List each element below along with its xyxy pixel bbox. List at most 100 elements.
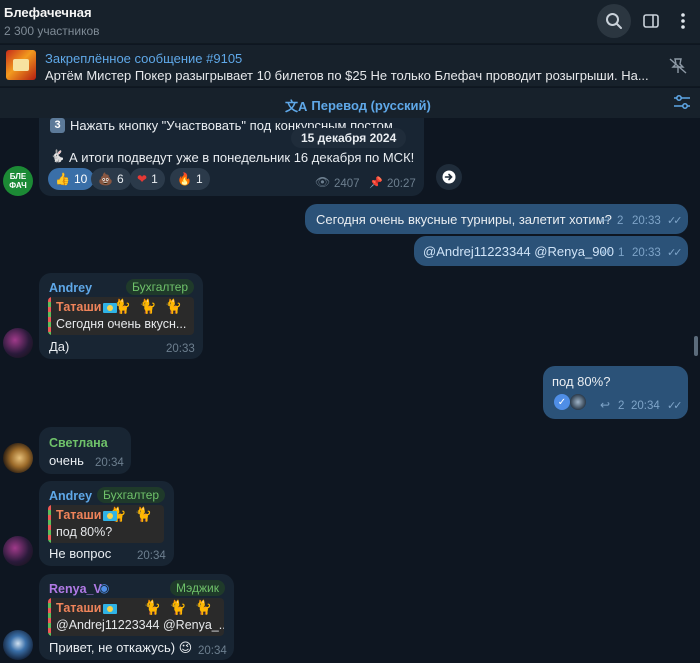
flag-icon xyxy=(103,302,118,313)
reply-text: под 80%? xyxy=(56,525,113,539)
channel-avatar-text: БЛЕ ФАЧ xyxy=(9,172,27,190)
translate-button[interactable]: 文A Перевод (русский) xyxy=(285,96,431,115)
reaction-fire[interactable]: 🔥 1 xyxy=(170,168,210,190)
message-text: @Andrej11223344 @Renya_900 xyxy=(423,244,614,259)
message-list[interactable]: БЛЕ ФАЧ 3 Нажать кнопку "Участвовать" по… xyxy=(0,118,700,663)
verified-icon: ◉ xyxy=(99,581,110,595)
thumbs-up-icon: 👍 xyxy=(55,172,70,186)
reply-preview[interactable]: 🐈🐈 Таташи под 80%? xyxy=(48,505,164,543)
view-count: 2407 xyxy=(334,178,360,190)
member-count: 2 300 участников xyxy=(4,24,100,38)
reply-author: Таташи xyxy=(56,508,118,522)
reply-author: Таташи xyxy=(56,300,118,314)
pin-off-icon xyxy=(669,58,687,74)
message-time: 20:34 xyxy=(137,550,166,562)
message-text: Сегодня очень вкусные турниры, залетит х… xyxy=(316,212,612,227)
message-time: 20:34 xyxy=(631,400,660,412)
avatar-andrey[interactable] xyxy=(3,536,33,566)
reaction-count: 1 xyxy=(151,172,158,186)
reply-preview[interactable]: 🐈🐈🐈 Таташи Сегодня очень вкусн... xyxy=(48,297,194,335)
avatar-svetlana[interactable] xyxy=(3,443,33,473)
sender-name[interactable]: Andrey xyxy=(49,281,92,295)
sidebar-icon xyxy=(643,14,659,28)
reply-arrow-icon: ↩ xyxy=(600,398,611,412)
flag-icon xyxy=(103,510,118,521)
reply-text: Сегодня очень вкусн... xyxy=(56,317,187,331)
incoming-message[interactable]: Renya_V ◉ Мэджик 🐈🐈🐈 Таташи @Andrej11223… xyxy=(39,574,234,660)
pinned-title: Закреплённое сообщение #9105 xyxy=(45,51,243,66)
eye-icon: 👁 xyxy=(315,175,331,189)
reply-author: Таташи xyxy=(56,601,118,615)
incoming-message[interactable]: Andrey Бухгалтер 🐈🐈🐈 Таташи Сегодня очен… xyxy=(39,273,203,359)
outgoing-message[interactable]: @Andrej11223344 @Renya_900 ↩ 1 20:33 ✓✓ xyxy=(414,236,688,266)
message-time: 20:33 xyxy=(632,215,661,227)
reaction-heart[interactable]: ❤ 1 xyxy=(130,168,165,190)
more-vertical-icon xyxy=(681,13,685,29)
reaction-poop[interactable]: 💩 6 xyxy=(91,168,131,190)
sender-name[interactable]: Светлана xyxy=(49,436,108,450)
message-text: Не вопрос xyxy=(49,546,112,561)
reactor-avatar-2 xyxy=(570,394,586,410)
reaction-count: 10 xyxy=(73,172,88,186)
translate-icon: 文A xyxy=(285,99,308,114)
unpin-button[interactable] xyxy=(668,57,688,78)
search-button[interactable] xyxy=(597,4,631,38)
message-time: 20:34 xyxy=(95,457,124,469)
message-text: под 80%? xyxy=(552,374,611,389)
post-line-2: А итоги подведут уже в понедельник 16 де… xyxy=(69,150,415,165)
reply-arrow-icon: ↩ xyxy=(600,213,611,227)
message-text: Да) xyxy=(49,339,70,354)
message-time: 20:33 xyxy=(632,247,661,259)
reaction-count: 6 xyxy=(116,172,124,186)
forward-button[interactable] xyxy=(436,164,462,190)
heart-icon: ❤ xyxy=(137,172,148,186)
role-badge: Бухгалтер xyxy=(97,487,166,503)
forward-arrow-icon xyxy=(442,170,456,184)
outgoing-message[interactable]: Сегодня очень вкусные турниры, залетит х… xyxy=(305,204,688,234)
role-badge: Бухгалтер xyxy=(126,279,195,295)
translate-settings-button[interactable] xyxy=(673,94,691,113)
chat-title[interactable]: Блефачечная xyxy=(4,5,92,20)
more-options-button[interactable] xyxy=(666,4,700,38)
reaction-thumbs-up[interactable]: 👍 10 xyxy=(48,168,95,190)
sliders-icon xyxy=(674,95,690,109)
flag-icon xyxy=(103,603,118,614)
translate-bar[interactable]: 文A Перевод (русский) xyxy=(0,88,700,118)
message-time: 20:33 xyxy=(166,343,195,355)
role-badge: Мэджик xyxy=(170,580,225,596)
channel-avatar[interactable]: БЛЕ ФАЧ xyxy=(3,166,33,196)
reply-count: 1 xyxy=(618,247,625,259)
poop-icon: 💩 xyxy=(98,172,113,186)
pinned-message-bar[interactable]: Закреплённое сообщение #9105 Артём Мисте… xyxy=(0,45,700,87)
incoming-message[interactable]: Светлана очень 20:34 xyxy=(39,427,131,474)
date-separator: 15 декабря 2024 xyxy=(291,128,407,148)
outgoing-message[interactable]: под 80%? ✓ ↩ 2 20:34 ✓✓ xyxy=(543,366,688,419)
message-text: очень xyxy=(49,453,84,468)
search-icon xyxy=(606,13,622,29)
avatar-andrey[interactable] xyxy=(3,328,33,358)
read-checkmarks-icon: ✓✓ xyxy=(667,400,683,412)
incoming-message[interactable]: Andrey Бухгалтер 🐈🐈 Таташи под 80%? Не в… xyxy=(39,481,174,566)
message-time: 20:27 xyxy=(387,178,416,190)
pattern-cats: 🐈🐈🐈 xyxy=(143,599,220,615)
pinned-thumbnail xyxy=(6,50,36,80)
avatar-renya[interactable] xyxy=(3,630,33,660)
fire-icon: 🔥 xyxy=(177,172,192,186)
chat-header[interactable]: Блефачечная 2 300 участников xyxy=(0,0,700,44)
reply-preview[interactable]: 🐈🐈🐈 Таташи @Andrej11223344 @Renya_... xyxy=(48,598,224,636)
reply-count: 2 xyxy=(618,400,625,412)
read-checkmarks-icon: ✓✓ xyxy=(667,215,683,227)
toggle-sidebar-button[interactable] xyxy=(634,4,668,38)
reply-count: 2 xyxy=(617,215,624,227)
translate-label: Перевод (русский) xyxy=(311,98,431,113)
scrollbar-thumb[interactable] xyxy=(694,336,698,356)
reply-text: @Andrej11223344 @Renya_... xyxy=(56,618,224,632)
reaction-count: 1 xyxy=(195,172,203,186)
sender-name[interactable]: Renya_V xyxy=(49,582,102,596)
reactor-avatar-1: ✓ xyxy=(554,394,570,410)
read-checkmarks-icon: ✓✓ xyxy=(667,247,683,259)
sender-name[interactable]: Andrey xyxy=(49,489,92,503)
pin-icon: 📌 xyxy=(369,177,383,189)
channel-post-bubble[interactable]: 3 Нажать кнопку "Участвовать" под конкур… xyxy=(39,118,424,196)
rabbit-emoji: 🐇 xyxy=(50,149,65,163)
